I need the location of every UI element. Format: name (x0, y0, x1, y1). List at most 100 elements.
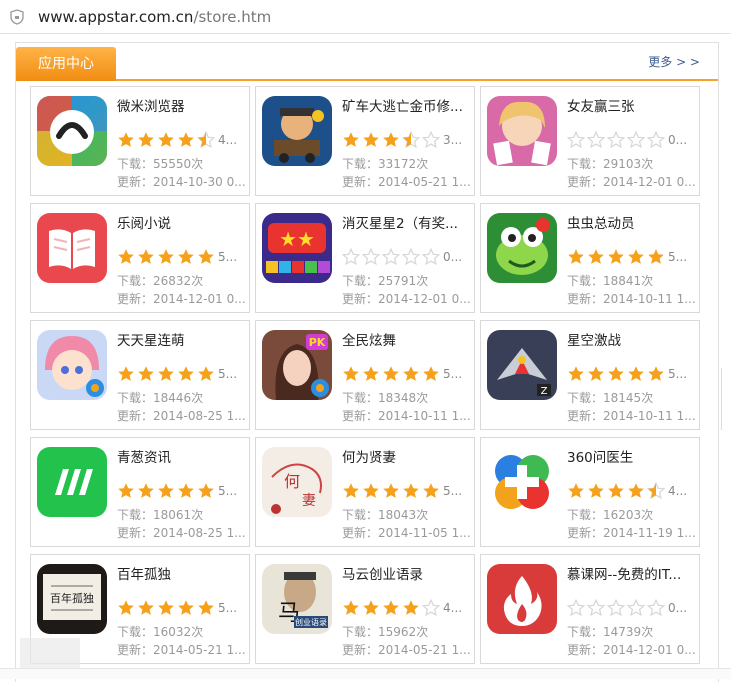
download-count: 下载：14739次 (567, 623, 697, 640)
app-card[interactable]: 矿车大逃亡金币修... 3... 下载：33172次 更新：2014-05-21… (255, 86, 475, 196)
download-count: 下载：26832次 (117, 272, 247, 289)
app-name[interactable]: 天天星连萌 (117, 329, 245, 349)
star-filled-icon (422, 482, 440, 500)
svg-text:创业语录: 创业语录 (295, 617, 327, 627)
rating-stars: 5... (117, 365, 251, 383)
download-value: 55550次 (153, 157, 204, 171)
star-filled-icon (422, 365, 440, 383)
app-card[interactable]: Z 星空激战 5... 下载：18145次 更新：2014-10-11 1... (480, 320, 700, 430)
star-filled-icon (382, 365, 400, 383)
star-filled-icon (342, 365, 360, 383)
download-value: 18145次 (603, 391, 654, 405)
app-name[interactable]: 何为贤妻 (342, 446, 470, 466)
update-value: 2014-05-21 1... (153, 643, 246, 657)
address-bar[interactable]: www.appstar.com.cn/store.htm (0, 0, 731, 34)
url-text[interactable]: www.appstar.com.cn/store.htm (38, 7, 271, 27)
update-date: 更新：2014-05-21 1... (117, 641, 247, 658)
app-card[interactable]: 女友赢三张 0... 下载：29103次 更新：2014-12-01 0... (480, 86, 700, 196)
app-name[interactable]: 乐阅小说 (117, 212, 245, 232)
app-name[interactable]: 微米浏览器 (117, 95, 245, 115)
star-filled-icon (607, 482, 625, 500)
update-date: 更新：2014-12-01 0... (342, 290, 472, 307)
app-card[interactable]: ★★ 消灭星星2（有奖... 0... 下载：25791次 更新：2014-12… (255, 203, 475, 313)
star-empty-icon (402, 248, 420, 266)
star-filled-icon (137, 599, 155, 617)
star-filled-icon (607, 365, 625, 383)
rating-stars: 0... (342, 248, 476, 266)
rating-stars: 5... (117, 599, 251, 617)
dark-book-cover-icon[interactable]: 百年孤独 (37, 564, 107, 634)
app-card[interactable]: 虫虫总动员 5... 下载：18841次 更新：2014-10-11 1... (480, 203, 700, 313)
weimi-browser-icon[interactable] (37, 96, 107, 166)
download-count: 下载：18145次 (567, 389, 697, 406)
star-filled-icon (177, 365, 195, 383)
app-card[interactable]: 慕课网--免费的IT... 0... 下载：14739次 更新：2014-12-… (480, 554, 700, 664)
mine-cart-game-icon[interactable] (262, 96, 332, 166)
star-filled-icon (117, 482, 135, 500)
download-prefix: 下载： (117, 157, 154, 171)
star-empty-icon (607, 131, 625, 149)
section-title-tab[interactable]: 应用中心 (16, 47, 116, 81)
rating-score: 4... (218, 133, 238, 147)
app-name[interactable]: 慕课网--免费的IT... (567, 563, 695, 583)
app-name[interactable]: 星空激战 (567, 329, 695, 349)
star-empty-icon (627, 131, 645, 149)
green-news-icon[interactable] (37, 447, 107, 517)
rating-stars: 5... (342, 482, 476, 500)
app-card[interactable]: 微米浏览器 4... 下载：55550次 更新：2014-10-30 0... (30, 86, 250, 196)
more-link[interactable]: 更多 > > (648, 53, 700, 70)
app-card[interactable]: 青葱资讯 5... 下载：18061次 更新：2014-08-25 1... (30, 437, 250, 547)
update-prefix: 更新： (117, 175, 154, 189)
rating-stars: 5... (567, 248, 701, 266)
download-value: 18446次 (153, 391, 204, 405)
app-card[interactable]: 马创业语录 马云创业语录 4... 下载：15962次 更新：2014-05-2… (255, 554, 475, 664)
app-name[interactable]: 马云创业语录 (342, 563, 470, 583)
dance-girl-pk-icon[interactable]: PK (262, 330, 332, 400)
app-card[interactable]: PK 全民炫舞 5... 下载：18348次 更新：2014-10-11 1..… (255, 320, 475, 430)
svg-text:PK: PK (309, 336, 326, 349)
space-fighter-icon[interactable]: Z (487, 330, 557, 400)
star-empty-icon (422, 599, 440, 617)
open-book-icon[interactable] (37, 213, 107, 283)
anime-girl-cards-icon[interactable] (487, 96, 557, 166)
star-empty-icon (607, 599, 625, 617)
download-prefix: 下载： (567, 508, 604, 522)
app-card[interactable]: 360问医生 4... 下载：16203次 更新：2014-11-19 1... (480, 437, 700, 547)
star-filled-icon (647, 365, 665, 383)
update-prefix: 更新： (117, 409, 154, 423)
svg-text:何: 何 (284, 472, 300, 491)
jack-ma-book-icon[interactable]: 马创业语录 (262, 564, 332, 634)
medical-cross-icon[interactable] (487, 447, 557, 517)
download-value: 33172次 (378, 157, 429, 171)
download-value: 16032次 (153, 625, 204, 639)
star-half-icon (647, 482, 665, 500)
app-name[interactable]: 女友赢三张 (567, 95, 695, 115)
app-name[interactable]: 矿车大逃亡金币修... (342, 95, 470, 115)
app-name[interactable]: 百年孤独 (117, 563, 245, 583)
app-card[interactable]: 天天星连萌 5... 下载：18446次 更新：2014-08-25 1... (30, 320, 250, 430)
app-card[interactable]: 乐阅小说 5... 下载：26832次 更新：2014-12-01 0... (30, 203, 250, 313)
app-name[interactable]: 消灭星星2（有奖... (342, 212, 470, 232)
update-date: 更新：2014-05-21 1... (342, 641, 472, 658)
star-half-icon (197, 131, 215, 149)
rating-score: 5... (218, 601, 238, 615)
star-filled-icon (177, 599, 195, 617)
novel-cover-icon[interactable]: 何妻 (262, 447, 332, 517)
app-name[interactable]: 虫虫总动员 (567, 212, 695, 232)
star-filled-icon (157, 365, 175, 383)
star-filled-icon (342, 482, 360, 500)
rating-score: 5... (668, 250, 688, 264)
app-name[interactable]: 青葱资讯 (117, 446, 245, 466)
update-value: 2014-10-30 0... (153, 175, 246, 189)
app-name[interactable]: 全民炫舞 (342, 329, 470, 349)
anime-star-girl-icon[interactable] (37, 330, 107, 400)
svg-text:百年孤独: 百年孤独 (50, 591, 94, 605)
rating-score: 5... (218, 484, 238, 498)
star-filled-icon (117, 365, 135, 383)
app-card[interactable]: 何妻 何为贤妻 5... 下载：18043次 更新：2014-11-05 1..… (255, 437, 475, 547)
green-frog-icon[interactable] (487, 213, 557, 283)
star-filled-icon (117, 131, 135, 149)
red-flame-icon[interactable] (487, 564, 557, 634)
popstar-game-icon[interactable]: ★★ (262, 213, 332, 283)
app-name[interactable]: 360问医生 (567, 446, 695, 466)
